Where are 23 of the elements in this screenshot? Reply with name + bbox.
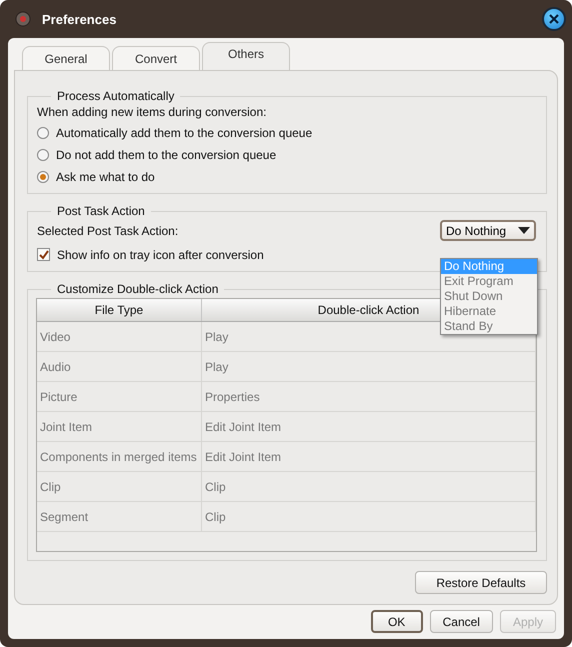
table-cell: Picture — [37, 382, 202, 411]
checkbox-label: Show info on tray icon after conversion — [57, 248, 264, 262]
group-title: Customize Double-click Action — [56, 282, 220, 296]
group-title: Process Automatically — [56, 89, 176, 103]
radio-label: Automatically add them to the conversion queue — [56, 126, 312, 140]
prompt-label: When adding new items during conversion: — [37, 105, 268, 119]
group-title: Post Task Action — [56, 204, 146, 218]
radio-label: Ask me what to do — [56, 170, 155, 184]
table-cell: Components in merged items — [37, 442, 202, 471]
table-cell: Joint Item — [37, 412, 202, 441]
table-cell: Play — [202, 352, 536, 381]
table-cell: Clip — [202, 472, 536, 501]
post-task-label: Selected Post Task Action: — [37, 224, 178, 238]
table-cell: Properties — [202, 382, 536, 411]
table-cell: Clip — [202, 502, 536, 531]
table-cell: Audio — [37, 352, 202, 381]
table-cell: Video — [37, 322, 202, 351]
table-cell: Edit Joint Item — [202, 442, 536, 471]
table-cell: Clip — [37, 472, 202, 501]
table-cell: Segment — [37, 502, 202, 531]
window-title: Preferences — [42, 12, 116, 26]
table-cell: Edit Joint Item — [202, 412, 536, 441]
radio-label: Do not add them to the conversion queue — [56, 148, 276, 162]
